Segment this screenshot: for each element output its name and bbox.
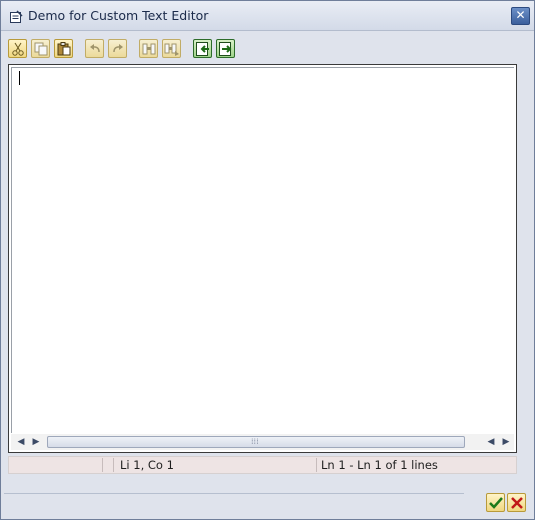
status-divider xyxy=(102,458,103,472)
scrollbar-thumb[interactable]: ⁞⁞⁞ xyxy=(47,436,465,448)
save-local-file-button[interactable] xyxy=(216,39,235,58)
confirm-button[interactable] xyxy=(486,493,505,512)
status-divider xyxy=(316,458,317,472)
redo-icon xyxy=(113,44,123,53)
dialog-window: Demo for Custom Text Editor ✕ ◀ ▶ ⁞⁞⁞ ◀ … xyxy=(0,0,535,520)
toolbar xyxy=(1,32,534,64)
copy-button[interactable] xyxy=(31,39,50,58)
status-bar: Li 1, Co 1 Ln 1 - Ln 1 of 1 lines xyxy=(8,456,517,474)
undo-button[interactable] xyxy=(85,39,104,58)
redo-button[interactable] xyxy=(108,39,127,58)
load-local-file-button[interactable] xyxy=(193,39,212,58)
scroll-right-icon[interactable]: ▶ xyxy=(31,437,41,447)
text-editor-area[interactable] xyxy=(11,67,514,433)
grip-icon: ⁞⁞⁞ xyxy=(251,437,259,446)
window-title: Demo for Custom Text Editor xyxy=(28,8,209,23)
scroll-right-end-icon[interactable]: ▶ xyxy=(501,437,511,447)
dialog-footer xyxy=(1,479,534,519)
horizontal-scrollbar[interactable]: ◀ ▶ ⁞⁞⁞ ◀ ▶ xyxy=(11,434,514,450)
copy-icon xyxy=(34,42,48,56)
footer-divider xyxy=(4,493,464,494)
text-caret xyxy=(19,71,20,85)
close-button[interactable]: ✕ xyxy=(511,7,530,25)
scissors-icon xyxy=(12,42,24,56)
status-divider xyxy=(113,458,114,472)
paste-button[interactable] xyxy=(54,39,73,58)
status-line-info: Ln 1 - Ln 1 of 1 lines xyxy=(321,458,438,472)
title-bar: Demo for Custom Text Editor ✕ xyxy=(1,1,534,31)
checkmark-icon xyxy=(489,497,503,509)
scroll-left-end-icon[interactable]: ◀ xyxy=(486,437,496,447)
cancel-x-icon xyxy=(511,497,523,509)
cut-button[interactable] xyxy=(8,39,27,58)
export-icon xyxy=(219,42,232,56)
find-next-icon xyxy=(164,43,179,56)
scroll-left-icon[interactable]: ◀ xyxy=(16,437,26,447)
binoculars-icon xyxy=(142,43,156,55)
cancel-button[interactable] xyxy=(507,493,526,512)
import-icon xyxy=(196,42,209,56)
find-next-button[interactable] xyxy=(162,39,181,58)
status-cursor-position: Li 1, Co 1 xyxy=(120,458,174,472)
undo-icon xyxy=(90,44,100,53)
text-editor-frame: ◀ ▶ ⁞⁞⁞ ◀ ▶ xyxy=(8,64,517,453)
paste-icon xyxy=(57,42,71,56)
close-icon: ✕ xyxy=(515,8,526,22)
editor-icon xyxy=(9,9,23,23)
find-button[interactable] xyxy=(139,39,158,58)
